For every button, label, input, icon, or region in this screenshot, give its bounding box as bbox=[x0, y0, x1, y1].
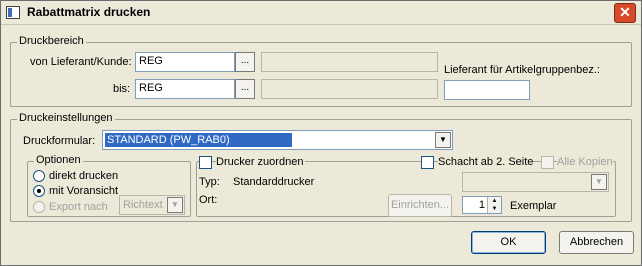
formular-value: STANDARD (PW_RAB0) bbox=[105, 133, 292, 147]
druckeinstellungen-label: Druckeinstellungen bbox=[17, 112, 115, 124]
bis-browse-button[interactable]: ... bbox=[235, 79, 255, 99]
window-icon bbox=[6, 6, 20, 19]
lieferant-label: Lieferant für Artikelgruppenbez.: bbox=[444, 64, 600, 76]
von-field[interactable]: REG bbox=[135, 52, 235, 72]
von-browse-button[interactable]: ... bbox=[235, 52, 255, 72]
direkt-drucken-label[interactable]: direkt drucken bbox=[49, 170, 118, 182]
dialog-window: Rabattmatrix drucken ✕ Druckbereich von … bbox=[0, 0, 642, 266]
abbrechen-button[interactable]: Abbrechen bbox=[559, 231, 634, 254]
formular-select[interactable]: STANDARD (PW_RAB0) ▼ bbox=[102, 130, 453, 150]
copies-spinner[interactable]: 1 ▲ ▼ bbox=[462, 196, 502, 214]
direkt-drucken-radio[interactable] bbox=[33, 170, 45, 182]
title-bar: Rabattmatrix drucken ✕ bbox=[1, 1, 641, 25]
schacht-checkbox[interactable] bbox=[421, 156, 434, 169]
export-format-select[interactable]: Richtext ▼ bbox=[119, 195, 185, 215]
close-button[interactable]: ✕ bbox=[614, 3, 636, 23]
von-label: von Lieferant/Kunde: bbox=[30, 56, 132, 68]
spin-down-icon[interactable]: ▼ bbox=[487, 205, 501, 213]
ort-label: Ort: bbox=[199, 194, 218, 206]
lieferant-field[interactable] bbox=[444, 80, 530, 100]
bis-name-field bbox=[261, 79, 438, 99]
schacht-select[interactable]: ▼ bbox=[462, 172, 609, 192]
voransicht-radio[interactable] bbox=[33, 185, 45, 197]
export-label[interactable]: Export nach bbox=[49, 201, 108, 213]
alle-kopien-checkbox[interactable] bbox=[541, 156, 554, 169]
einrichten-button[interactable]: Einrichten... bbox=[388, 194, 452, 217]
spin-up-icon[interactable]: ▲ bbox=[487, 197, 501, 205]
ok-label: OK bbox=[500, 236, 517, 248]
window-title: Rabattmatrix drucken bbox=[27, 5, 151, 19]
druckbereich-label: Druckbereich bbox=[17, 35, 86, 47]
abbrechen-label: Abbrechen bbox=[569, 236, 624, 248]
typ-label: Typ: bbox=[199, 176, 220, 188]
chevron-down-icon[interactable]: ▼ bbox=[435, 132, 451, 148]
alle-kopien-label[interactable]: Alle Kopien bbox=[557, 156, 613, 168]
von-name-field bbox=[261, 52, 438, 72]
bis-field[interactable]: REG bbox=[135, 79, 235, 99]
export-radio[interactable] bbox=[33, 201, 45, 213]
export-format-value: Richtext bbox=[123, 199, 163, 211]
formular-label: Druckformular: bbox=[23, 135, 96, 147]
voransicht-label[interactable]: mit Voransicht bbox=[49, 185, 118, 197]
copies-value: 1 bbox=[478, 199, 485, 211]
schacht-label[interactable]: Schacht ab 2. Seite bbox=[438, 156, 534, 168]
drucker-zuordnen-label[interactable]: Drucker zuordnen bbox=[216, 156, 306, 168]
bis-label: bis: bbox=[113, 83, 131, 95]
ok-button[interactable]: OK bbox=[471, 231, 546, 254]
chevron-down-icon[interactable]: ▼ bbox=[167, 197, 183, 213]
drucker-zuordnen-checkbox[interactable] bbox=[199, 156, 212, 169]
typ-value: Standarddrucker bbox=[233, 176, 315, 188]
exemplar-label: Exemplar bbox=[510, 200, 557, 212]
optionen-label: Optionen bbox=[34, 154, 83, 166]
chevron-down-icon[interactable]: ▼ bbox=[591, 174, 607, 190]
